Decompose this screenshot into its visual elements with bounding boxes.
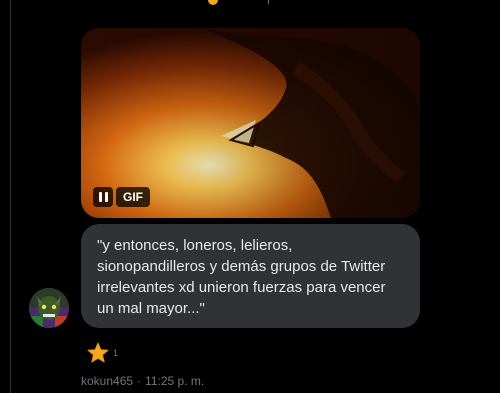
avatar[interactable] [29,288,69,328]
pause-button[interactable] [93,187,113,207]
star-icon [87,342,109,363]
message-meta: kokun465 · 11:25 p. m. [81,374,204,388]
reaction-chip[interactable]: 1 [86,341,118,365]
previous-message-meta [208,0,269,6]
gif-badge: GIF [116,187,150,207]
avatar-image [29,288,69,328]
gif-controls: GIF [93,187,150,207]
reaction-emoji-icon [208,0,218,5]
reaction-count: 1 [113,348,119,358]
sender-username: kokun465 [81,374,134,388]
gif-media[interactable]: GIF [81,28,420,218]
meta-separator: · [137,374,142,388]
message-bubble[interactable]: "y entonces, loneros, lelieros, sionopan… [81,224,420,328]
panel-divider [10,0,11,393]
dm-conversation: GIF "y entonces, loneros, lelieros, sion… [0,0,500,393]
message-text: "y entonces, loneros, lelieros, sionopan… [97,237,386,317]
pause-icon [98,192,102,202]
separator-tick [268,0,269,4]
message-timestamp: 11:25 p. m. [145,374,205,388]
pause-icon-bar [104,192,108,202]
